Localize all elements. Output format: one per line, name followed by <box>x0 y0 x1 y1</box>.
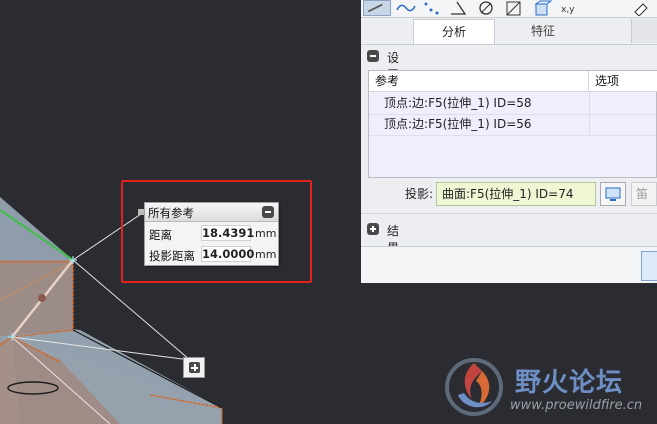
reference-cell: 顶点:边:F5(拉伸_1) ID=58 <box>384 96 532 110</box>
column-header-options: 选项 <box>589 71 657 92</box>
highlight-box <box>121 180 312 283</box>
tab-feature[interactable]: 特征 <box>493 19 593 43</box>
measure-ruler-icon[interactable] <box>363 0 391 16</box>
monitor-icon <box>605 187 621 201</box>
expand-icon <box>367 223 379 235</box>
forum-logo-icon <box>445 358 503 416</box>
table-row[interactable]: 顶点:边:F5(拉伸_1) ID=56 <box>369 114 656 136</box>
angle-icon[interactable] <box>447 0 469 16</box>
projection-field[interactable]: 曲面:F5(拉伸_1) ID=74 <box>436 182 596 206</box>
table-row[interactable]: 顶点:边:F5(拉伸_1) ID=58 <box>369 93 656 115</box>
transform-icon[interactable]: x,y <box>559 0 581 16</box>
points-icon[interactable] <box>421 0 443 16</box>
expand-callout-button[interactable] <box>183 357 205 378</box>
measure-panel: x,y 分析 特征 设置 参考 选项 顶点:边:F5(拉伸_1) ID=58 顶… <box>361 0 657 283</box>
area-icon[interactable] <box>503 0 525 16</box>
volume-icon[interactable] <box>531 0 553 16</box>
tab-strip-end <box>631 19 657 43</box>
projection-label: 投影: <box>405 187 434 201</box>
watermark-title: 野火论坛 <box>515 368 624 398</box>
diameter-icon[interactable] <box>475 0 497 16</box>
collapse-icon <box>367 50 379 62</box>
svg-text:x,y: x,y <box>561 5 575 15</box>
projection-view-button[interactable] <box>600 182 626 206</box>
curve-icon[interactable] <box>395 0 417 16</box>
panel-footer <box>361 246 657 283</box>
measure-toolbar: x,y <box>361 0 657 18</box>
cartesian-button[interactable]: 笛卡 <box>631 182 657 206</box>
column-header-reference: 参考 <box>369 71 589 92</box>
eraser-icon[interactable] <box>629 0 651 16</box>
reference-cell: 顶点:边:F5(拉伸_1) ID=56 <box>384 117 532 131</box>
panel-tabs: 分析 特征 <box>361 19 657 44</box>
reference-table[interactable]: 参考 选项 顶点:边:F5(拉伸_1) ID=58 顶点:边:F5(拉伸_1) … <box>368 70 657 178</box>
plus-icon <box>189 362 200 373</box>
watermark-url: www.proewildfire.cn <box>510 398 643 413</box>
tab-analysis[interactable]: 分析 <box>413 19 495 44</box>
